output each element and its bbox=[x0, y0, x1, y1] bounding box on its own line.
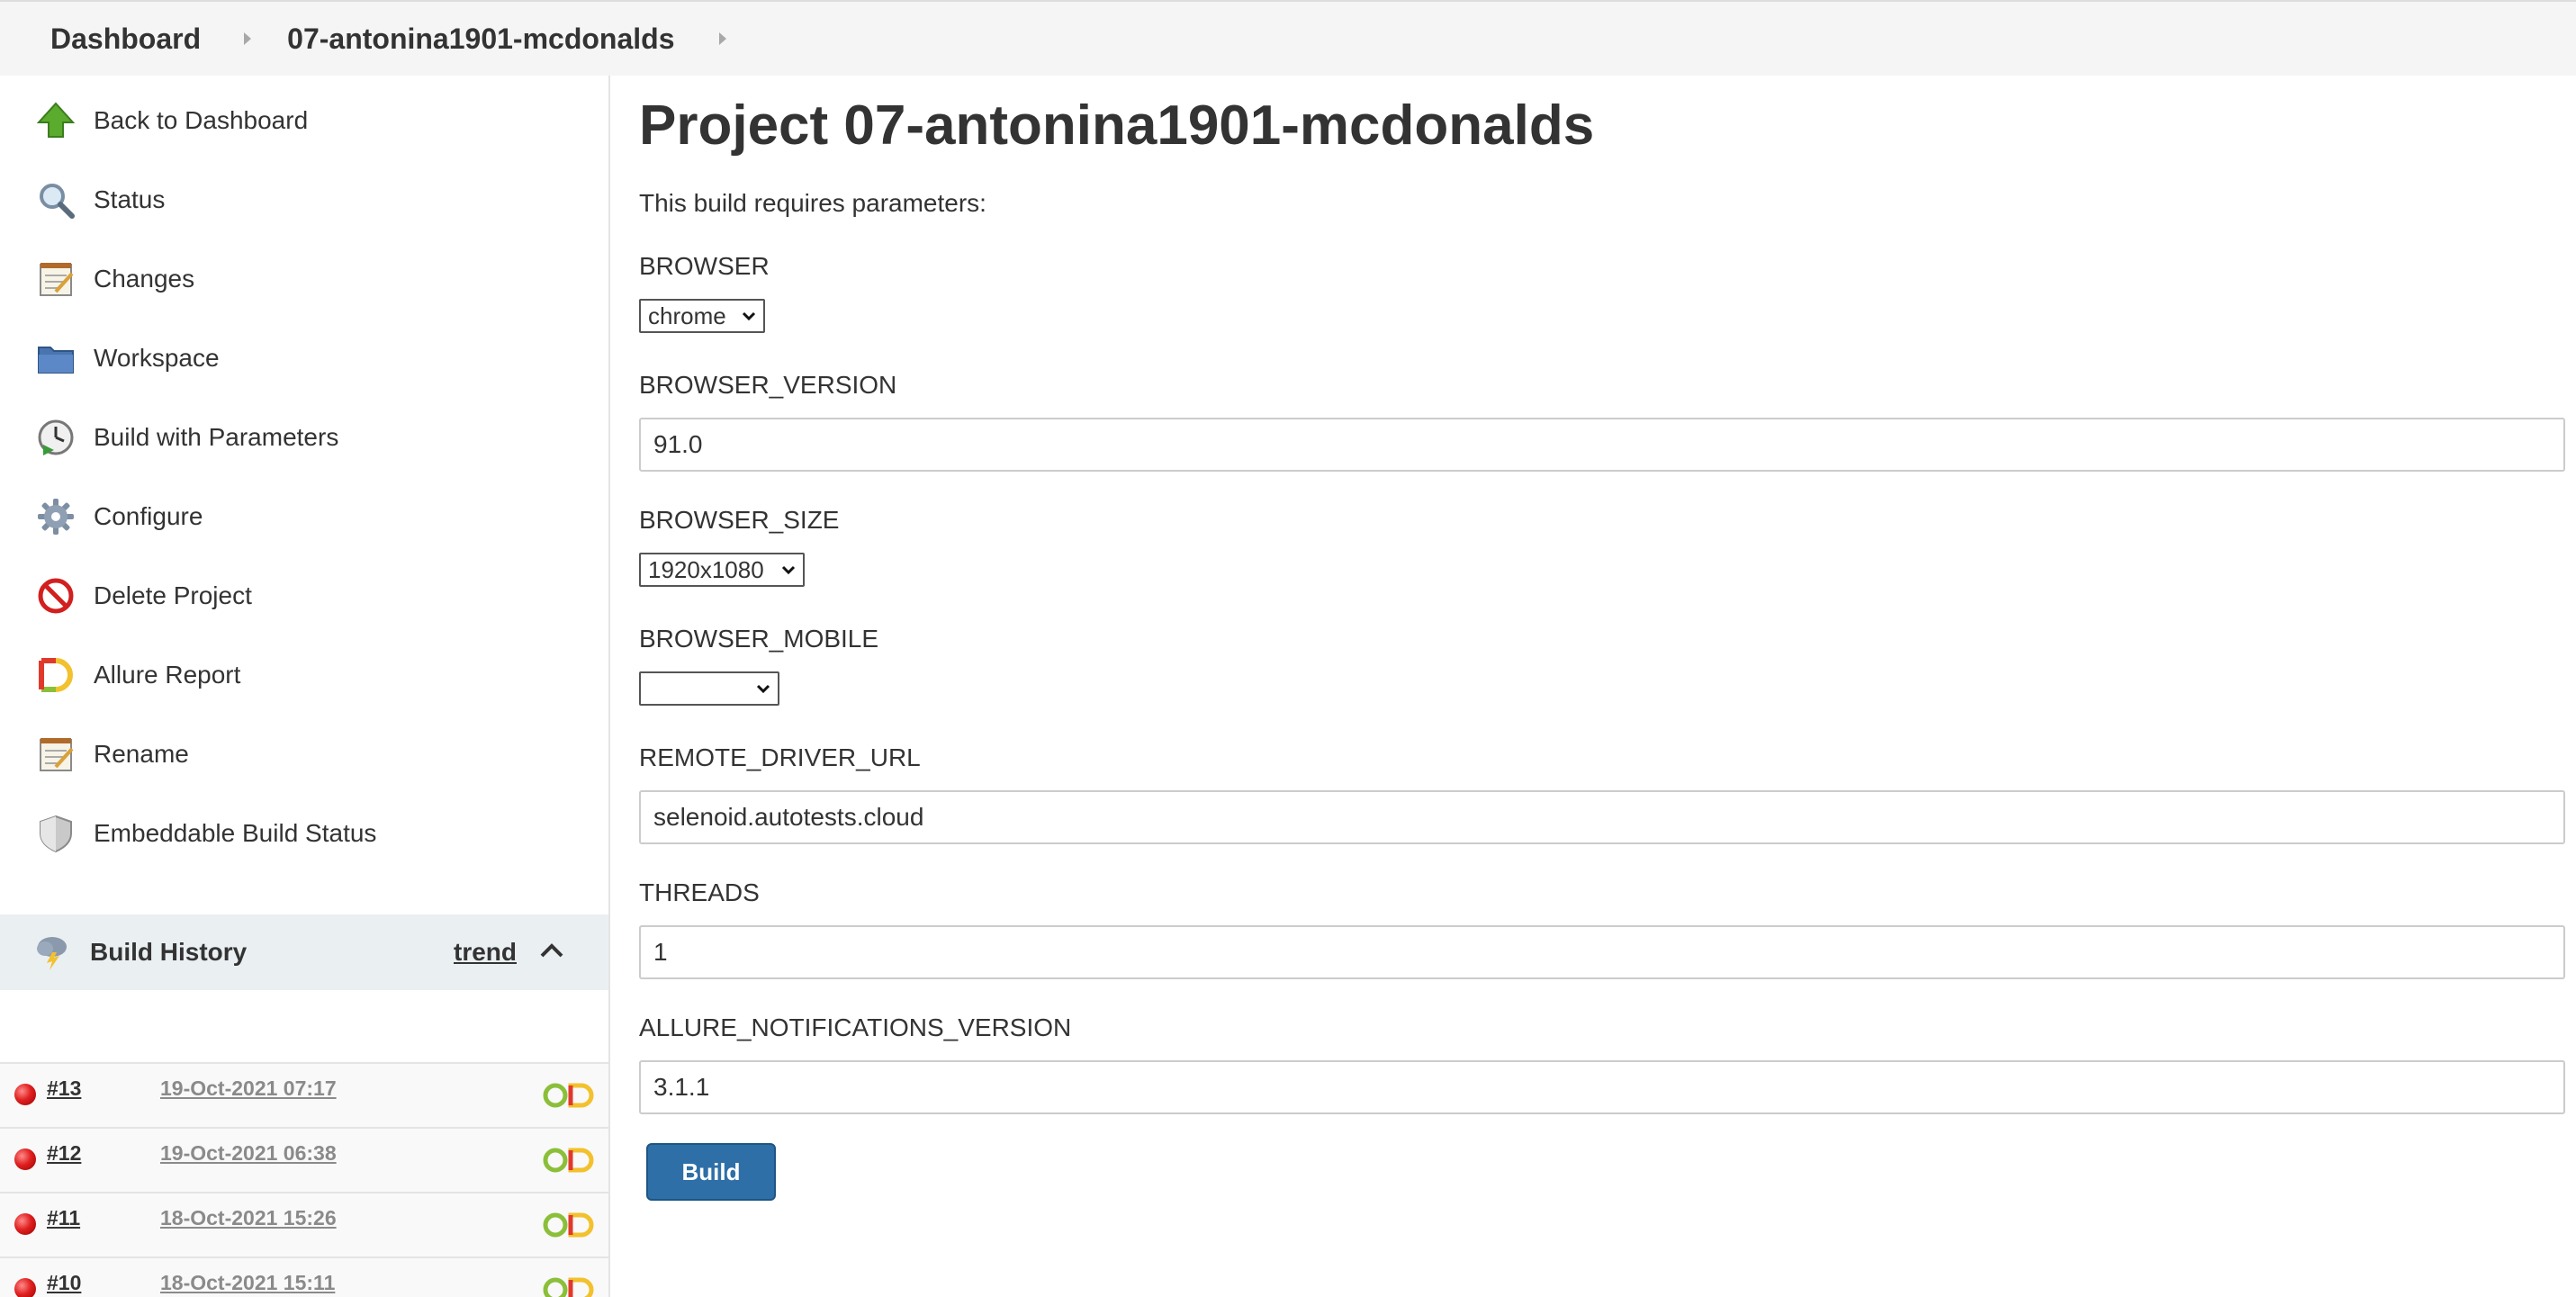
build-date-link[interactable]: 19-Oct-2021 06:38 bbox=[160, 1141, 337, 1166]
sidebar-item-label: Status bbox=[94, 185, 166, 213]
sidebar-item-embeddable-build-status[interactable]: Embeddable Build Status bbox=[34, 806, 376, 860]
breadcrumb-dropdown-icon[interactable] bbox=[719, 32, 727, 45]
build-date-link[interactable]: 18-Oct-2021 15:26 bbox=[160, 1206, 337, 1230]
breadcrumb: Dashboard 07-antonina1901-mcdonalds bbox=[0, 0, 2576, 76]
browser-select-value: chrome bbox=[648, 302, 726, 329]
main-panel: Project 07-antonina1901-mcdonalds This b… bbox=[639, 76, 2565, 1297]
allure-report-icon[interactable] bbox=[542, 1145, 598, 1175]
allure-notifications-version-input[interactable] bbox=[639, 1060, 2565, 1114]
sidebar-item-rename[interactable]: Rename bbox=[34, 727, 189, 781]
sidebar: Back to Dashboard Status Changes Workspa… bbox=[0, 76, 610, 1297]
folder-icon bbox=[34, 337, 77, 380]
sidebar-item-configure[interactable]: Configure bbox=[34, 490, 203, 544]
sidebar-item-back-to-dashboard[interactable]: Back to Dashboard bbox=[34, 94, 308, 148]
notepad-icon bbox=[34, 733, 77, 776]
browser-version-label: BROWSER_VERSION bbox=[639, 371, 897, 399]
notepad-icon bbox=[34, 257, 77, 301]
chevron-up-icon[interactable] bbox=[538, 940, 565, 961]
table-row: #12 19-Oct-2021 06:38 bbox=[0, 1127, 608, 1192]
failed-status-icon bbox=[14, 1213, 36, 1235]
sidebar-item-build-with-parameters[interactable]: Build with Parameters bbox=[34, 410, 338, 464]
magnifier-icon bbox=[34, 178, 77, 221]
failed-status-icon bbox=[14, 1278, 36, 1297]
gear-icon bbox=[34, 495, 77, 538]
failed-status-icon bbox=[14, 1148, 36, 1170]
clock-icon bbox=[34, 416, 77, 459]
sidebar-item-label: Rename bbox=[94, 740, 189, 768]
sidebar-item-label: Workspace bbox=[94, 344, 220, 372]
sidebar-item-label: Allure Report bbox=[94, 661, 241, 689]
sidebar-item-label: Build with Parameters bbox=[94, 423, 339, 451]
sidebar-item-status[interactable]: Status bbox=[34, 173, 165, 227]
table-row: #13 19-Oct-2021 07:17 bbox=[0, 1062, 608, 1127]
parameters-intro: This build requires parameters: bbox=[639, 189, 986, 217]
browser-size-label: BROWSER_SIZE bbox=[639, 506, 840, 534]
allure-report-icon[interactable] bbox=[542, 1210, 598, 1240]
trend-link[interactable]: trend bbox=[454, 938, 517, 967]
build-number-link[interactable]: #12 bbox=[47, 1141, 81, 1166]
browser-label: BROWSER bbox=[639, 252, 770, 280]
browser-mobile-select[interactable] bbox=[639, 671, 779, 706]
threads-input[interactable] bbox=[639, 925, 2565, 979]
table-row: #10 18-Oct-2021 15:11 bbox=[0, 1256, 608, 1297]
page-title: Project 07-antonina1901-mcdonalds bbox=[639, 95, 1595, 157]
breadcrumb-dashboard[interactable]: Dashboard bbox=[50, 23, 201, 56]
remote-driver-url-label: REMOTE_DRIVER_URL bbox=[639, 743, 921, 771]
table-row: #11 18-Oct-2021 15:26 bbox=[0, 1192, 608, 1256]
browser-size-select[interactable]: 1920x1080 bbox=[639, 553, 805, 587]
allure-report-icon[interactable] bbox=[542, 1080, 598, 1111]
build-history-title: Build History bbox=[90, 938, 248, 966]
build-date-link[interactable]: 19-Oct-2021 07:17 bbox=[160, 1076, 337, 1101]
sidebar-item-allure-report[interactable]: Allure Report bbox=[34, 648, 240, 702]
shield-icon bbox=[34, 812, 77, 855]
sidebar-item-label: Configure bbox=[94, 502, 203, 530]
up-arrow-icon bbox=[34, 99, 77, 142]
chevron-down-icon bbox=[781, 565, 796, 575]
allure-report-icon[interactable] bbox=[542, 1274, 598, 1297]
sidebar-item-changes[interactable]: Changes bbox=[34, 252, 194, 306]
threads-label: THREADS bbox=[639, 878, 760, 906]
build-history-header: Build History trend bbox=[0, 914, 608, 990]
browser-size-select-value: 1920x1080 bbox=[648, 555, 764, 583]
browser-select[interactable]: chrome bbox=[639, 299, 765, 333]
breadcrumb-project[interactable]: 07-antonina1901-mcdonalds bbox=[287, 23, 674, 56]
browser-version-input[interactable] bbox=[639, 418, 2565, 472]
sidebar-item-label: Embeddable Build Status bbox=[94, 819, 377, 847]
sidebar-item-label: Back to Dashboard bbox=[94, 106, 309, 134]
browser-mobile-label: BROWSER_MOBILE bbox=[639, 625, 879, 653]
allure-logo-icon bbox=[34, 653, 77, 697]
build-date-link[interactable]: 18-Oct-2021 15:11 bbox=[160, 1271, 335, 1295]
cloud-lightning-icon bbox=[37, 937, 67, 970]
sidebar-item-label: Changes bbox=[94, 265, 195, 293]
build-number-link[interactable]: #11 bbox=[47, 1206, 80, 1230]
allure-notifications-version-label: ALLURE_NOTIFICATIONS_VERSION bbox=[639, 1013, 1072, 1041]
chevron-down-icon bbox=[742, 311, 756, 321]
sidebar-item-delete-project[interactable]: Delete Project bbox=[34, 569, 252, 623]
build-number-link[interactable]: #10 bbox=[47, 1271, 81, 1295]
sidebar-item-workspace[interactable]: Workspace bbox=[34, 331, 220, 385]
build-number-link[interactable]: #13 bbox=[47, 1076, 81, 1101]
breadcrumb-separator-icon bbox=[244, 32, 252, 45]
remote-driver-url-input[interactable] bbox=[639, 790, 2565, 844]
sidebar-item-label: Delete Project bbox=[94, 581, 252, 609]
chevron-down-icon bbox=[756, 684, 770, 694]
no-entry-icon bbox=[34, 574, 77, 617]
build-button[interactable]: Build bbox=[646, 1143, 776, 1201]
failed-status-icon bbox=[14, 1084, 36, 1105]
